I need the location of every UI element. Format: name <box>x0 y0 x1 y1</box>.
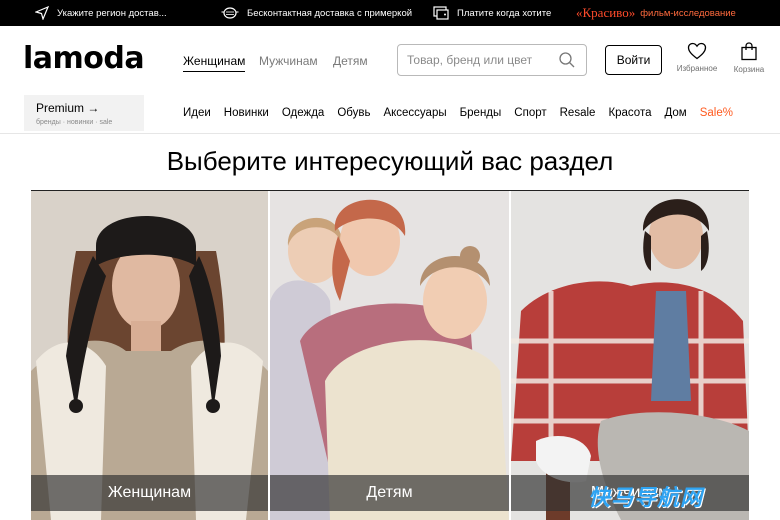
nav-sale[interactable]: Sale% <box>700 106 733 120</box>
bag-icon <box>741 42 757 61</box>
nav-shoes[interactable]: Обувь <box>337 106 370 120</box>
premium-title: Premium → <box>36 101 100 115</box>
location-arrow-icon <box>35 6 49 20</box>
cart-label: Корзина <box>733 65 765 74</box>
favorites-label: Избранное <box>676 64 718 73</box>
promo-logo: «Красиво» <box>576 5 636 20</box>
section-women[interactable]: Женщинам <box>31 191 268 520</box>
premium-link[interactable]: Premium → бренды · новинки · sale <box>24 95 144 131</box>
women-photo <box>31 191 268 520</box>
favorites-button[interactable]: Избранное <box>674 42 720 73</box>
delivery-label: Бесконтактная доставка с примеркой <box>247 7 413 19</box>
nav-brands[interactable]: Бренды <box>460 106 502 120</box>
payment-info[interactable]: Платите когда хотите <box>433 0 551 26</box>
header-divider <box>0 133 780 134</box>
section-women-label: Женщинам <box>31 475 268 511</box>
cart-button[interactable]: Корзина <box>730 42 768 74</box>
premium-subtitle: бренды · новинки · sale <box>36 119 113 126</box>
category-nav: Идеи Новинки Одежда Обувь Аксессуары Бре… <box>183 106 733 120</box>
search-icon[interactable] <box>558 51 576 69</box>
logo-text: lamoda <box>23 41 145 76</box>
site-watermark: 快马导航网 <box>588 486 704 511</box>
nav-clothes[interactable]: Одежда <box>282 106 324 120</box>
tab-kids[interactable]: Детям <box>333 53 368 69</box>
kids-photo <box>270 191 509 520</box>
lamoda-logo[interactable]: lamoda <box>23 41 145 76</box>
page-title: Выберите интересующий вас раздел <box>166 146 614 176</box>
heart-icon <box>687 42 707 60</box>
men-photo <box>511 191 749 520</box>
mask-icon <box>221 7 239 19</box>
section-kids[interactable]: Детям <box>270 191 509 520</box>
delivery-info[interactable]: Бесконтактная доставка с примеркой <box>221 0 412 26</box>
nav-accessories[interactable]: Аксессуары <box>383 106 446 120</box>
region-selector[interactable]: Укажите регион достав... <box>35 0 167 26</box>
nav-beauty[interactable]: Красота <box>608 106 651 120</box>
tab-men[interactable]: Мужчинам <box>259 53 318 69</box>
nav-home[interactable]: Дом <box>664 106 686 120</box>
promo-text: фильм-исследование <box>640 7 736 19</box>
region-label: Укажите регион достав... <box>57 7 167 19</box>
login-button[interactable]: Войти <box>605 45 662 75</box>
tab-women[interactable]: Женщинам <box>183 53 246 72</box>
nav-new[interactable]: Новинки <box>224 106 269 120</box>
promo-link[interactable]: «Красиво» фильм-исследование <box>576 0 736 26</box>
section-kids-label: Детям <box>270 475 509 511</box>
payment-label: Платите когда хотите <box>457 7 552 19</box>
nav-sport[interactable]: Спорт <box>514 106 546 120</box>
nav-ideas[interactable]: Идеи <box>183 106 211 120</box>
wallet-icon <box>433 6 449 20</box>
section-men[interactable]: Мужчинам <box>511 191 749 520</box>
top-bar: Укажите регион достав... Бесконтактная д… <box>0 0 780 26</box>
nav-resale[interactable]: Resale <box>560 106 596 120</box>
